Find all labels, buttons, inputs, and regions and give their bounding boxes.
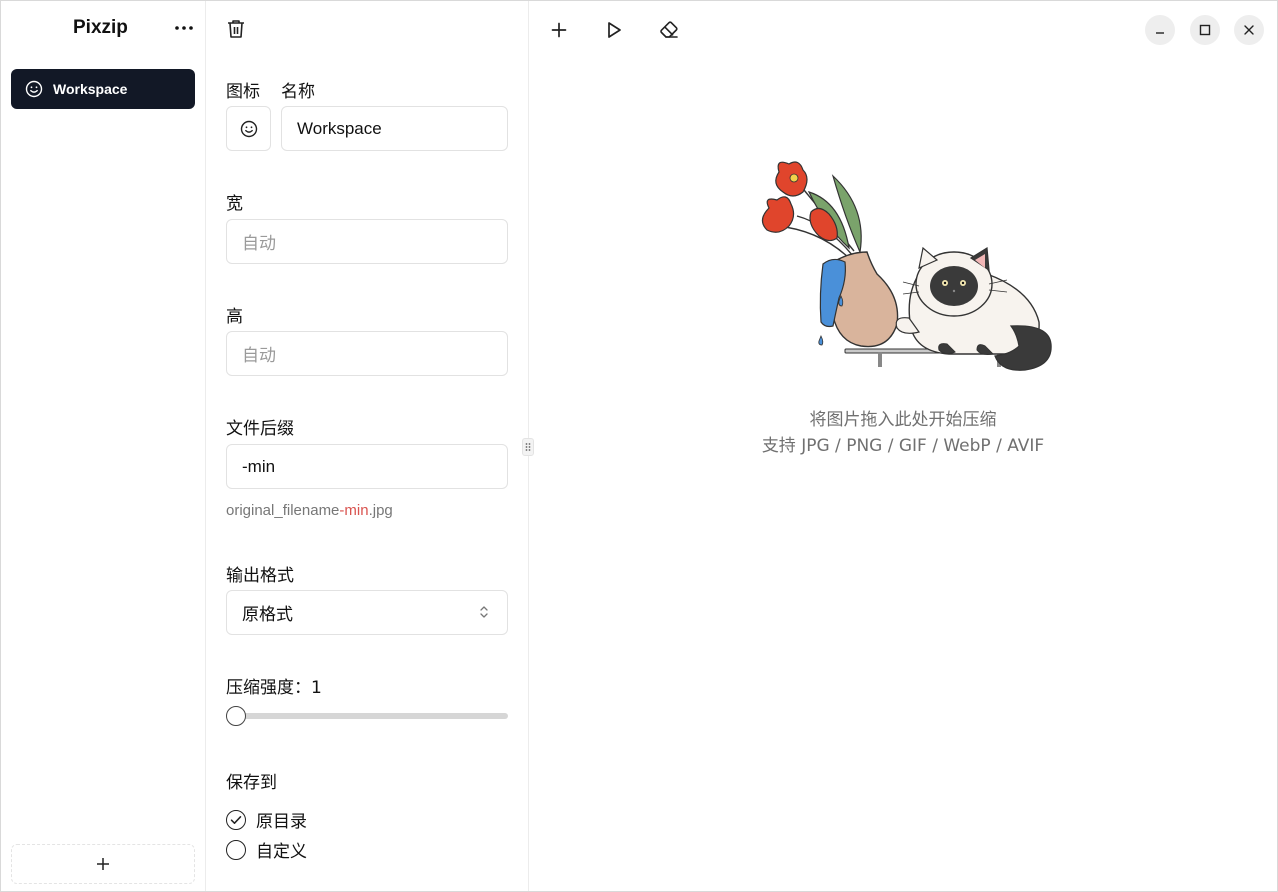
eraser-icon (660, 21, 678, 38)
compression-slider-thumb[interactable] (226, 706, 246, 726)
suffix-preview-ext: .jpg (368, 502, 393, 519)
close-button[interactable] (1234, 15, 1264, 45)
radio-unchecked[interactable] (226, 839, 246, 860)
name-input[interactable]: Workspace (281, 106, 508, 151)
start-compress-button[interactable] (601, 17, 627, 43)
suffix-preview-base: original_filename (226, 502, 340, 519)
drop-hint: 将图片拖入此处开始压缩 (809, 410, 997, 430)
width-label: 宽 (226, 194, 243, 214)
ellipsis-icon (175, 26, 193, 30)
smiley-icon (25, 80, 43, 98)
add-images-button[interactable] (546, 17, 572, 43)
close-icon (1244, 25, 1254, 35)
format-select[interactable]: 原格式 (226, 590, 508, 635)
drop-zone[interactable]: 将图片拖入此处开始压缩 支持 JPG / PNG / GIF / WebP / … (529, 1, 1277, 891)
supported-formats: 支持 JPG / PNG / GIF / WebP / AVIF (761, 436, 1045, 456)
name-label: 名称 (281, 82, 315, 102)
clear-list-button[interactable] (656, 17, 682, 43)
format-select-value: 原格式 (242, 605, 293, 625)
check-icon (230, 815, 242, 824)
save-option-label: 自定义 (256, 842, 307, 862)
trash-icon (228, 20, 244, 38)
settings-panel: 图标 名称 Workspace 宽 自动 高 自动 文件后缀 -min orig… (206, 1, 529, 891)
empty-state-illustration (761, 161, 1052, 371)
app-title: Pixzip (73, 17, 128, 38)
icon-label: 图标 (226, 82, 260, 102)
radio-checked[interactable] (226, 809, 246, 830)
sidebar-item-label: Workspace (53, 81, 128, 97)
plus-icon (551, 22, 567, 38)
add-workspace-button[interactable] (11, 844, 195, 884)
compression-label: 压缩强度：1 (226, 678, 322, 698)
suffix-label: 文件后缀 (226, 419, 294, 439)
more-options-button[interactable] (171, 15, 197, 41)
suffix-preview: original_filename-min.jpg (226, 502, 393, 519)
height-label: 高 (226, 307, 243, 327)
save-option-label: 原目录 (256, 812, 307, 832)
delete-workspace-button[interactable] (224, 17, 248, 41)
sidebar-item-workspace[interactable]: Workspace (11, 69, 195, 109)
minimize-button[interactable] (1145, 15, 1175, 45)
save-to-label: 保存到 (226, 773, 277, 793)
minimize-icon (1156, 32, 1164, 34)
icon-picker-button[interactable] (226, 106, 271, 151)
play-icon (608, 22, 621, 38)
smiley-icon (240, 120, 257, 137)
format-label: 输出格式 (226, 566, 294, 586)
maximize-icon (1199, 24, 1211, 36)
maximize-button[interactable] (1190, 15, 1220, 45)
compression-slider[interactable] (226, 706, 508, 726)
app-window: Pixzip Workspace 图标 名称 Workspace 宽 自动 高 … (0, 0, 1278, 892)
chevron-up-down-icon (480, 606, 488, 618)
width-input[interactable]: 自动 (226, 219, 508, 264)
sidebar: Pixzip Workspace (1, 1, 206, 891)
plus-icon (97, 858, 109, 870)
save-option-custom[interactable]: 自定义 (226, 837, 307, 862)
suffix-input[interactable]: -min (226, 444, 508, 489)
save-option-original[interactable]: 原目录 (226, 807, 307, 832)
height-input[interactable]: 自动 (226, 331, 508, 376)
suffix-preview-suffix: -min (339, 502, 369, 519)
